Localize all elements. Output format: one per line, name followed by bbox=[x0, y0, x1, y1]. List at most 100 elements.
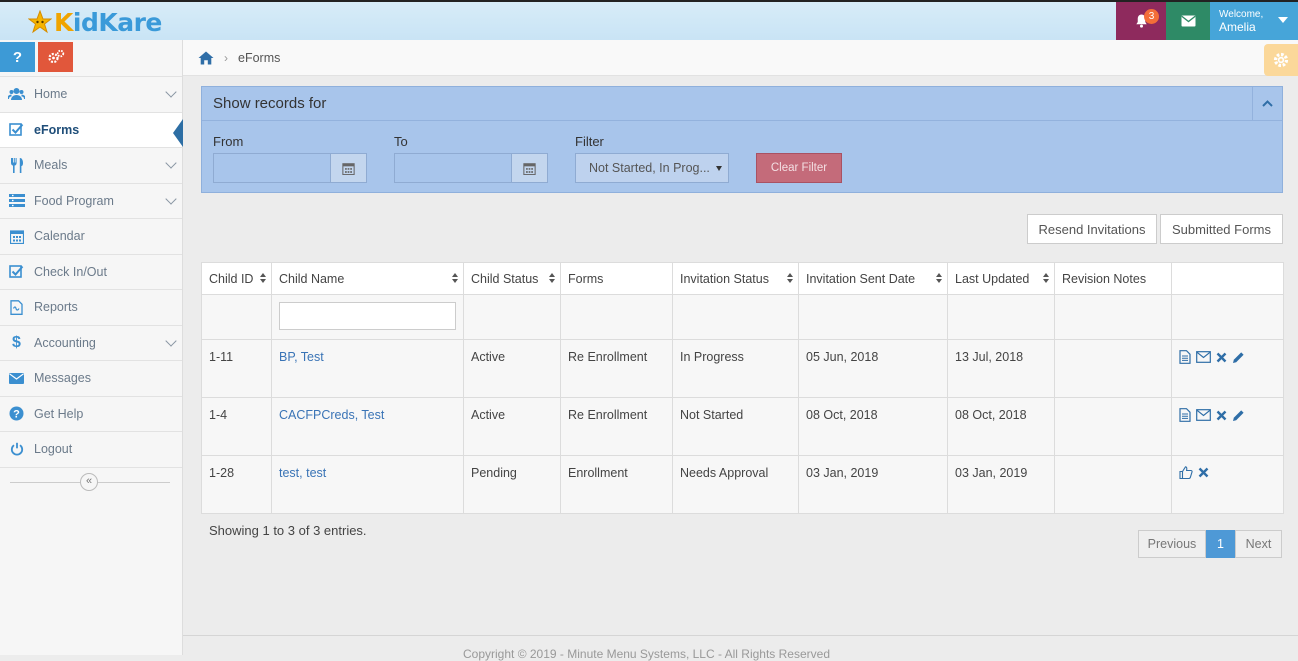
sidebar-item-logout[interactable]: Logout bbox=[0, 431, 182, 467]
calendar-icon bbox=[523, 162, 536, 175]
chevron-down-icon bbox=[165, 86, 177, 98]
sidebar-item-check-in-out[interactable]: Check In/Out bbox=[0, 253, 182, 289]
notifications-button[interactable]: 3 bbox=[1116, 2, 1166, 40]
row-actions bbox=[1179, 408, 1276, 422]
clear-filter-button[interactable]: Clear Filter bbox=[756, 153, 842, 183]
view-document-icon[interactable] bbox=[1179, 408, 1191, 422]
resend-invitations-button[interactable]: Resend Invitations bbox=[1027, 214, 1157, 244]
checkbox-icon bbox=[8, 263, 25, 280]
chevron-down-icon bbox=[165, 157, 177, 169]
next-page-button[interactable]: Next bbox=[1235, 530, 1282, 558]
cell-revision-notes bbox=[1054, 397, 1172, 456]
collapse-filter-button[interactable] bbox=[1252, 87, 1282, 120]
cell-invitation-sent-date: 03 Jan, 2019 bbox=[798, 455, 948, 514]
star-logo-icon bbox=[28, 10, 52, 34]
child-name-link[interactable]: CACFPCreds, Test bbox=[279, 408, 384, 422]
sidebar-item-calendar[interactable]: Calendar bbox=[0, 218, 182, 254]
page-settings-button[interactable] bbox=[1264, 44, 1298, 76]
chevron-down-icon bbox=[165, 334, 177, 347]
column-header-child-id[interactable]: Child ID bbox=[201, 262, 272, 295]
sort-icon bbox=[452, 273, 458, 284]
sidebar-item-eforms[interactable]: eForms bbox=[0, 111, 183, 147]
cell-forms: Enrollment bbox=[560, 455, 673, 514]
filter-panel-header: Show records for bbox=[202, 87, 1282, 121]
table-row: 1-28 test, test Pending Enrollment Needs… bbox=[201, 455, 1284, 514]
notification-badge: 3 bbox=[1144, 9, 1159, 24]
child-name-link[interactable]: BP, Test bbox=[279, 350, 324, 364]
cell-child-status: Active bbox=[463, 339, 561, 398]
sidebar-item-label: Food Program bbox=[34, 193, 114, 208]
column-header-child-name[interactable]: Child Name bbox=[271, 262, 464, 295]
resend-email-icon[interactable] bbox=[1196, 409, 1211, 421]
child-name-link[interactable]: test, test bbox=[279, 466, 326, 480]
sidebar-item-food-program[interactable]: Food Program bbox=[0, 182, 182, 218]
to-date-picker-button[interactable] bbox=[512, 153, 548, 183]
sidebar-item-reports[interactable]: Reports bbox=[0, 289, 182, 325]
chevron-up-icon bbox=[1262, 100, 1273, 107]
help-button[interactable]: ? bbox=[0, 42, 35, 72]
previous-page-button[interactable]: Previous bbox=[1138, 530, 1206, 558]
submitted-forms-button[interactable]: Submitted Forms bbox=[1160, 214, 1283, 244]
column-header-invitation-sent-date[interactable]: Invitation Sent Date bbox=[798, 262, 948, 295]
row-actions bbox=[1179, 466, 1276, 479]
delete-icon[interactable] bbox=[1216, 352, 1227, 363]
table-search-row bbox=[201, 294, 1284, 340]
sidebar-item-get-help[interactable]: ? Get Help bbox=[0, 395, 182, 431]
view-document-icon[interactable] bbox=[1179, 350, 1191, 364]
row-actions bbox=[1179, 350, 1276, 364]
edit-pencil-icon[interactable] bbox=[1232, 351, 1245, 364]
cell-invitation-sent-date: 05 Jun, 2018 bbox=[798, 339, 948, 398]
cell-revision-notes bbox=[1054, 339, 1172, 398]
resend-email-icon[interactable] bbox=[1196, 351, 1211, 363]
column-header-actions bbox=[1171, 262, 1284, 295]
home-icon[interactable] bbox=[198, 51, 214, 65]
cell-child-id: 1-11 bbox=[201, 339, 272, 398]
user-name: Amelia bbox=[1219, 20, 1256, 34]
delete-icon[interactable] bbox=[1216, 410, 1227, 421]
messages-button[interactable] bbox=[1166, 2, 1210, 40]
envelope-icon bbox=[8, 370, 25, 387]
sidebar-item-accounting[interactable]: $ Accounting bbox=[0, 324, 182, 360]
eforms-table: Child ID Child Name Child Status Forms I… bbox=[201, 262, 1284, 514]
sidebar-toolbar: ? bbox=[0, 40, 182, 76]
column-header-invitation-status[interactable]: Invitation Status bbox=[672, 262, 799, 295]
settings-button[interactable] bbox=[38, 42, 73, 72]
from-date-picker-button[interactable] bbox=[331, 153, 367, 183]
power-icon bbox=[8, 441, 25, 458]
page-1-button[interactable]: 1 bbox=[1206, 530, 1235, 558]
kidkare-logo[interactable]: KidKare bbox=[28, 6, 162, 38]
delete-icon[interactable] bbox=[1198, 467, 1209, 478]
gear-icon bbox=[1273, 52, 1289, 68]
gears-icon bbox=[47, 49, 64, 64]
collapse-sidebar-button[interactable]: « bbox=[80, 472, 98, 491]
sidebar-item-label: Accounting bbox=[34, 335, 96, 350]
from-date-input[interactable] bbox=[213, 153, 331, 183]
sidebar-item-label: Get Help bbox=[34, 406, 84, 421]
question-circle-icon: ? bbox=[8, 405, 25, 422]
sidebar-item-messages[interactable]: Messages bbox=[0, 360, 182, 396]
sidebar-item-meals[interactable]: Meals bbox=[0, 147, 182, 183]
sidebar-item-home[interactable]: Home bbox=[0, 76, 182, 112]
status-filter-select[interactable]: Not Started, In Prog... bbox=[575, 153, 729, 183]
to-date-input[interactable] bbox=[394, 153, 512, 183]
breadcrumb-current: eForms bbox=[238, 50, 281, 65]
sidebar-item-label: Reports bbox=[34, 300, 78, 315]
cell-revision-notes bbox=[1054, 455, 1172, 514]
status-filter-value: Not Started, In Prog... bbox=[589, 161, 710, 175]
user-menu-button[interactable]: Welcome, Amelia bbox=[1210, 2, 1298, 40]
cell-forms: Re Enrollment bbox=[560, 397, 673, 456]
cell-invitation-status: Not Started bbox=[672, 397, 799, 456]
edit-pencil-icon[interactable] bbox=[1232, 409, 1245, 422]
cell-invitation-sent-date: 08 Oct, 2018 bbox=[798, 397, 948, 456]
sidebar-item-label: Logout bbox=[34, 442, 73, 457]
cell-invitation-status: Needs Approval bbox=[672, 455, 799, 514]
approve-thumbs-up-icon[interactable] bbox=[1179, 466, 1193, 479]
child-name-search-input[interactable] bbox=[279, 302, 456, 330]
breadcrumb-separator: › bbox=[224, 50, 228, 65]
sidebar-item-label: eForms bbox=[34, 122, 80, 137]
main-content: › eForms Show records for From To Filter bbox=[183, 40, 1298, 661]
column-header-child-status[interactable]: Child Status bbox=[463, 262, 561, 295]
column-header-last-updated[interactable]: Last Updated bbox=[947, 262, 1055, 295]
checkbox-icon bbox=[8, 121, 25, 138]
from-label: From bbox=[213, 134, 244, 149]
